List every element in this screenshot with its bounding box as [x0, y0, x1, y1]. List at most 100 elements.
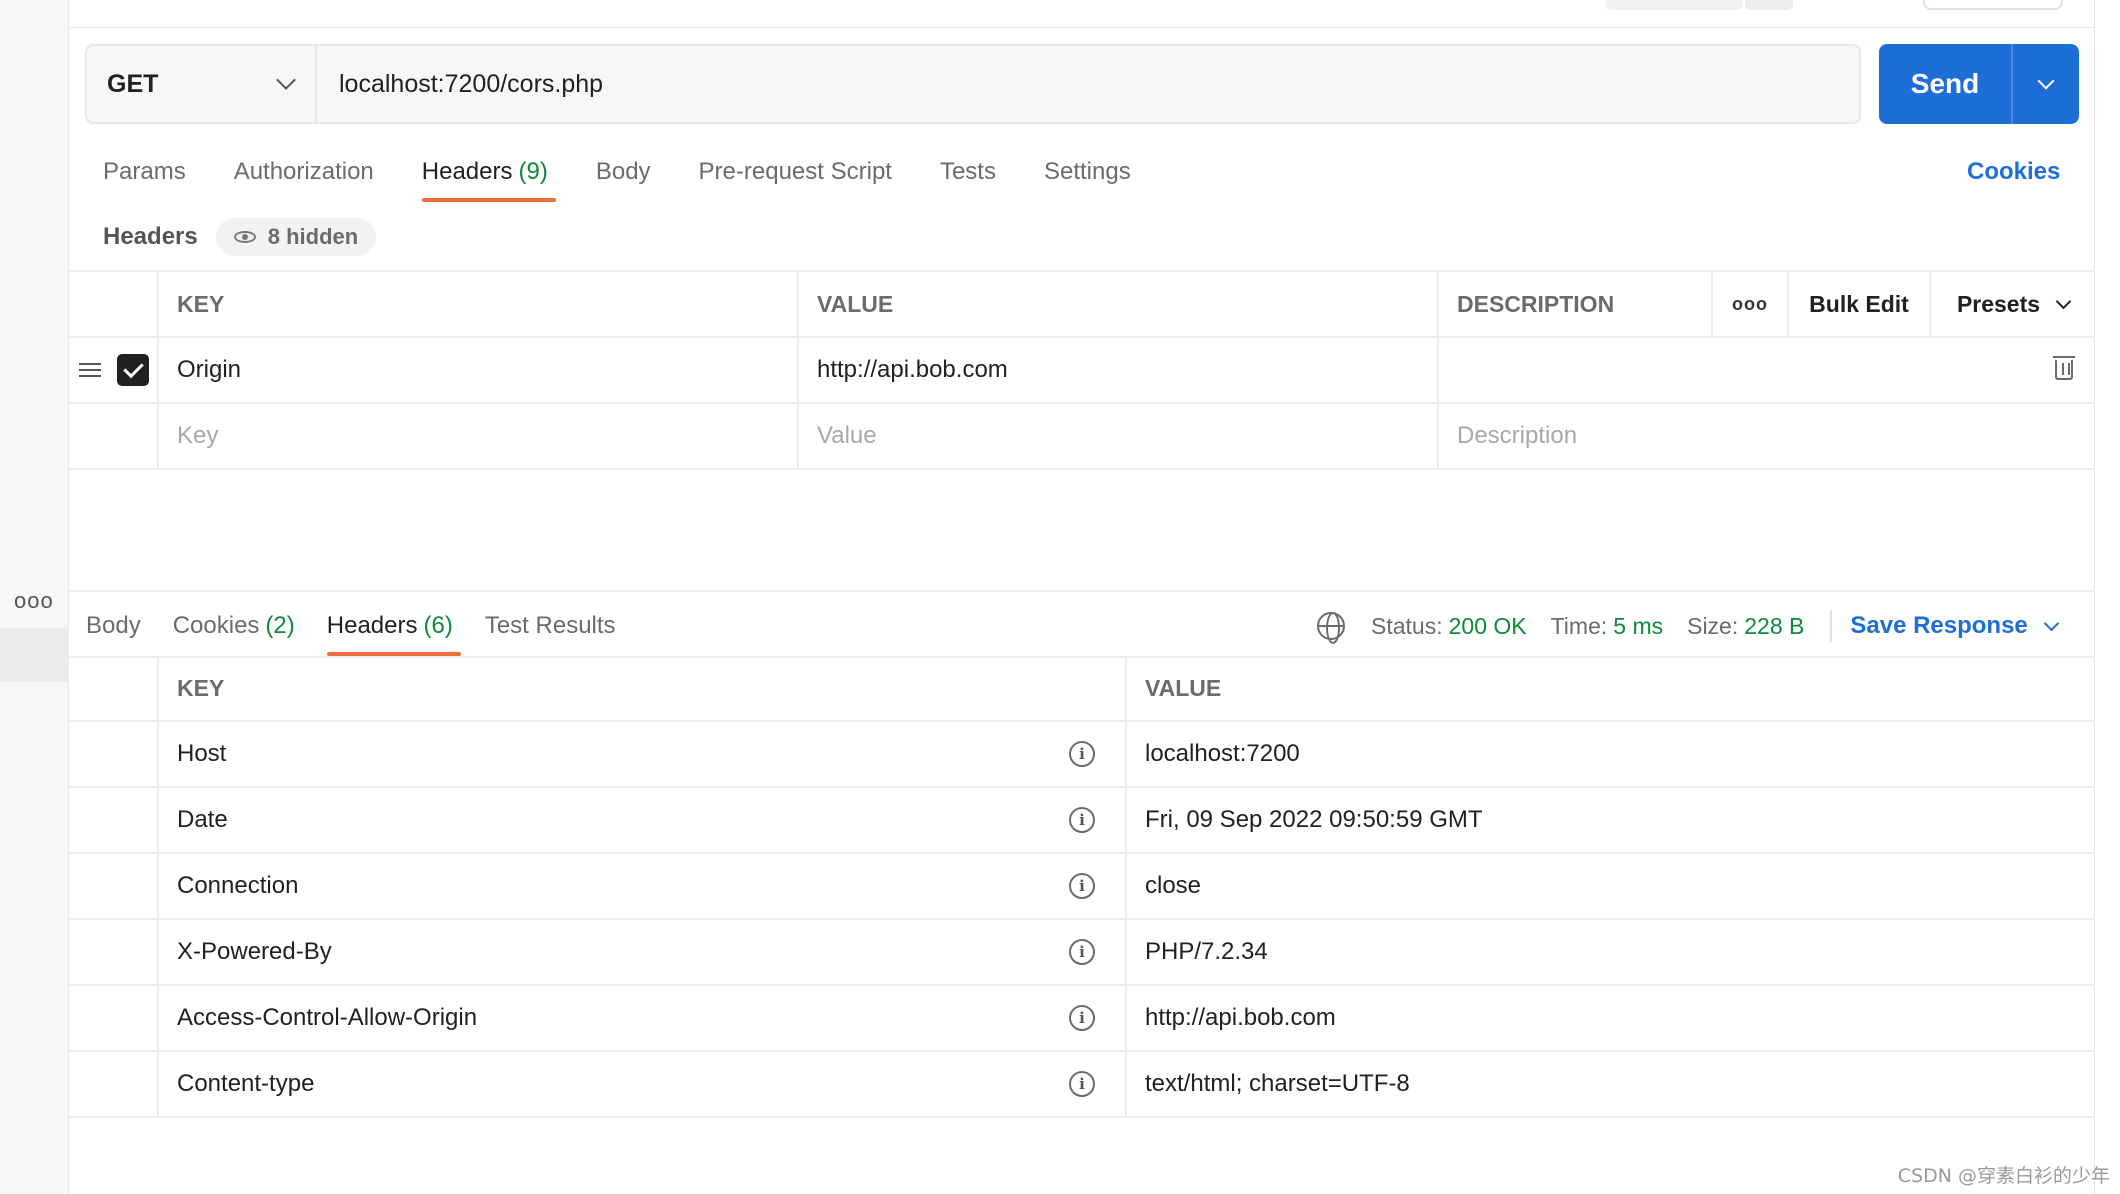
request-headers-table: KEY VALUE DESCRIPTION ooo Bulk Edit Pres…: [69, 270, 2095, 470]
response-header-key: X-Powered-By i: [159, 920, 1127, 984]
send-options-dropdown[interactable]: [2013, 44, 2079, 124]
response-status: Status: 200 OK Time: 5 ms Size: 228 B Sa…: [1317, 610, 2060, 644]
tab-test-results[interactable]: Test Results: [485, 604, 616, 656]
info-icon[interactable]: i: [1069, 807, 1095, 833]
chevron-down-icon: [276, 70, 296, 90]
sidebar-active-item[interactable]: [0, 628, 69, 682]
table-row-new: Key Value Description: [69, 404, 2095, 470]
tab-params[interactable]: Params: [103, 150, 186, 202]
row-spacer: [69, 722, 159, 786]
table-row: Host i localhost:7200: [69, 722, 2095, 788]
header-description-cell[interactable]: [1439, 338, 2095, 402]
presets-dropdown[interactable]: Presets: [1931, 272, 2095, 336]
column-options-button[interactable]: ooo: [1713, 272, 1789, 336]
key-text: Date: [177, 806, 228, 833]
save-response-label: Save Response: [1850, 612, 2028, 639]
response-headers-table: KEY VALUE Host i localhost:7200 Date i Fri…: [69, 656, 2095, 1118]
tab-pre-request-script[interactable]: Pre-request Script: [699, 150, 892, 202]
response-header-key: Access-Control-Allow-Origin i: [159, 986, 1127, 1050]
more-icon: ooo: [1732, 293, 1768, 314]
info-icon[interactable]: i: [1069, 1071, 1095, 1097]
column-header-key: KEY: [159, 272, 799, 336]
method-label: GET: [107, 69, 159, 98]
time-value[interactable]: 5 ms: [1613, 613, 1663, 640]
table-row: Access-Control-Allow-Origin i http://api.…: [69, 986, 2095, 1052]
status-value[interactable]: 200 OK: [1449, 613, 1527, 640]
response-header-value: http://api.bob.com: [1145, 1004, 1336, 1031]
request-workspace: GET localhost:7200/cors.php Send Params …: [69, 0, 2095, 1194]
presets-label: Presets: [1956, 290, 2041, 317]
row-spacer: [69, 1052, 159, 1116]
top-toolbar-strip: [69, 0, 2095, 28]
left-sidebar: ooo: [0, 0, 69, 1194]
bulk-edit-button[interactable]: Bulk Edit: [1789, 272, 1931, 336]
request-tabs: Params Authorization Headers (9) Body Pre…: [103, 150, 1179, 206]
tab-authorization[interactable]: Authorization: [234, 150, 374, 202]
tab-headers[interactable]: Headers (9): [421, 150, 556, 202]
size-value[interactable]: 228 B: [1744, 613, 1804, 640]
chevron-down-icon: [2055, 293, 2072, 309]
info-icon[interactable]: i: [1069, 939, 1095, 965]
send-button-group: Send: [1879, 44, 2079, 124]
url-input[interactable]: localhost:7200/cors.php: [317, 46, 1859, 122]
toolbar-toggle[interactable]: [1923, 0, 2063, 10]
value-input[interactable]: Value: [799, 404, 1439, 468]
info-icon[interactable]: i: [1069, 873, 1095, 899]
tab-count: (2): [265, 612, 295, 639]
tab-tests[interactable]: Tests: [940, 150, 996, 202]
description-input[interactable]: Description: [1439, 404, 2095, 468]
status-label: Status:: [1371, 612, 1443, 639]
method-select[interactable]: GET: [87, 46, 317, 122]
header-key-cell[interactable]: Origin: [159, 338, 799, 402]
watermark: CSDN @穿素白衫的少年: [1897, 1165, 2110, 1187]
chevron-down-icon: [2037, 72, 2055, 90]
tab-settings[interactable]: Settings: [1044, 150, 1131, 202]
column-header-description: DESCRIPTION: [1439, 272, 1713, 336]
headers-title: Headers: [103, 223, 198, 250]
key-input[interactable]: Key: [159, 404, 799, 468]
tab-response-cookies[interactable]: Cookies (2): [173, 604, 295, 656]
cookies-link[interactable]: Cookies: [1967, 158, 2060, 186]
tab-body[interactable]: Body: [596, 150, 651, 202]
trash-icon[interactable]: [2053, 356, 2075, 380]
tab-count: (6): [423, 612, 453, 639]
tab-label: Body: [86, 612, 141, 639]
size-label: Size:: [1687, 612, 1739, 639]
globe-icon[interactable]: [1317, 612, 1345, 644]
row-spacer: [69, 986, 159, 1050]
hidden-headers-toggle[interactable]: 8 hidden: [215, 218, 377, 256]
blank-column-header: [69, 656, 159, 720]
info-icon[interactable]: i: [1069, 1005, 1095, 1031]
tab-response-headers[interactable]: Headers (6): [326, 604, 461, 656]
response-bar: Body Cookies (2) Headers (6) Test Results …: [69, 590, 2095, 658]
row-spacer: [69, 854, 159, 918]
response-tabs: Body Cookies (2) Headers (6) Test Results: [86, 604, 648, 656]
tab-label: Authorization: [233, 158, 374, 185]
drag-handle-icon[interactable]: [79, 363, 101, 377]
tab-label: Headers: [421, 158, 513, 185]
tab-label: Headers: [326, 612, 418, 639]
response-header-value: Fri, 09 Sep 2022 09:50:59 GMT: [1145, 806, 1483, 833]
row-spacer: [69, 920, 159, 984]
checkbox-icon[interactable]: [117, 354, 149, 386]
response-header-value: close: [1145, 872, 1202, 899]
header-value-cell[interactable]: http://api.bob.com: [799, 338, 1439, 402]
tab-label: Tests: [939, 158, 996, 185]
row-spacer: [69, 788, 159, 852]
column-header-key: KEY: [159, 656, 1127, 720]
tab-label: Params: [103, 158, 186, 185]
save-response-button[interactable]: Save Response: [1850, 612, 2060, 640]
tab-label: Pre-request Script: [698, 158, 892, 185]
eye-icon: [233, 231, 256, 243]
chevron-down-icon: [2043, 615, 2060, 631]
key-text: Content-type: [177, 1070, 315, 1097]
tab-response-body[interactable]: Body: [86, 604, 141, 656]
more-icon[interactable]: ooo: [14, 588, 54, 614]
toolbar-control[interactable]: [1745, 0, 1793, 10]
row-controls: [69, 338, 159, 402]
toolbar-control[interactable]: [1605, 0, 1743, 10]
tab-count: (9): [518, 158, 548, 185]
info-icon[interactable]: i: [1069, 741, 1095, 767]
column-header-value: VALUE: [1145, 674, 1222, 701]
send-button[interactable]: Send: [1879, 44, 2013, 124]
